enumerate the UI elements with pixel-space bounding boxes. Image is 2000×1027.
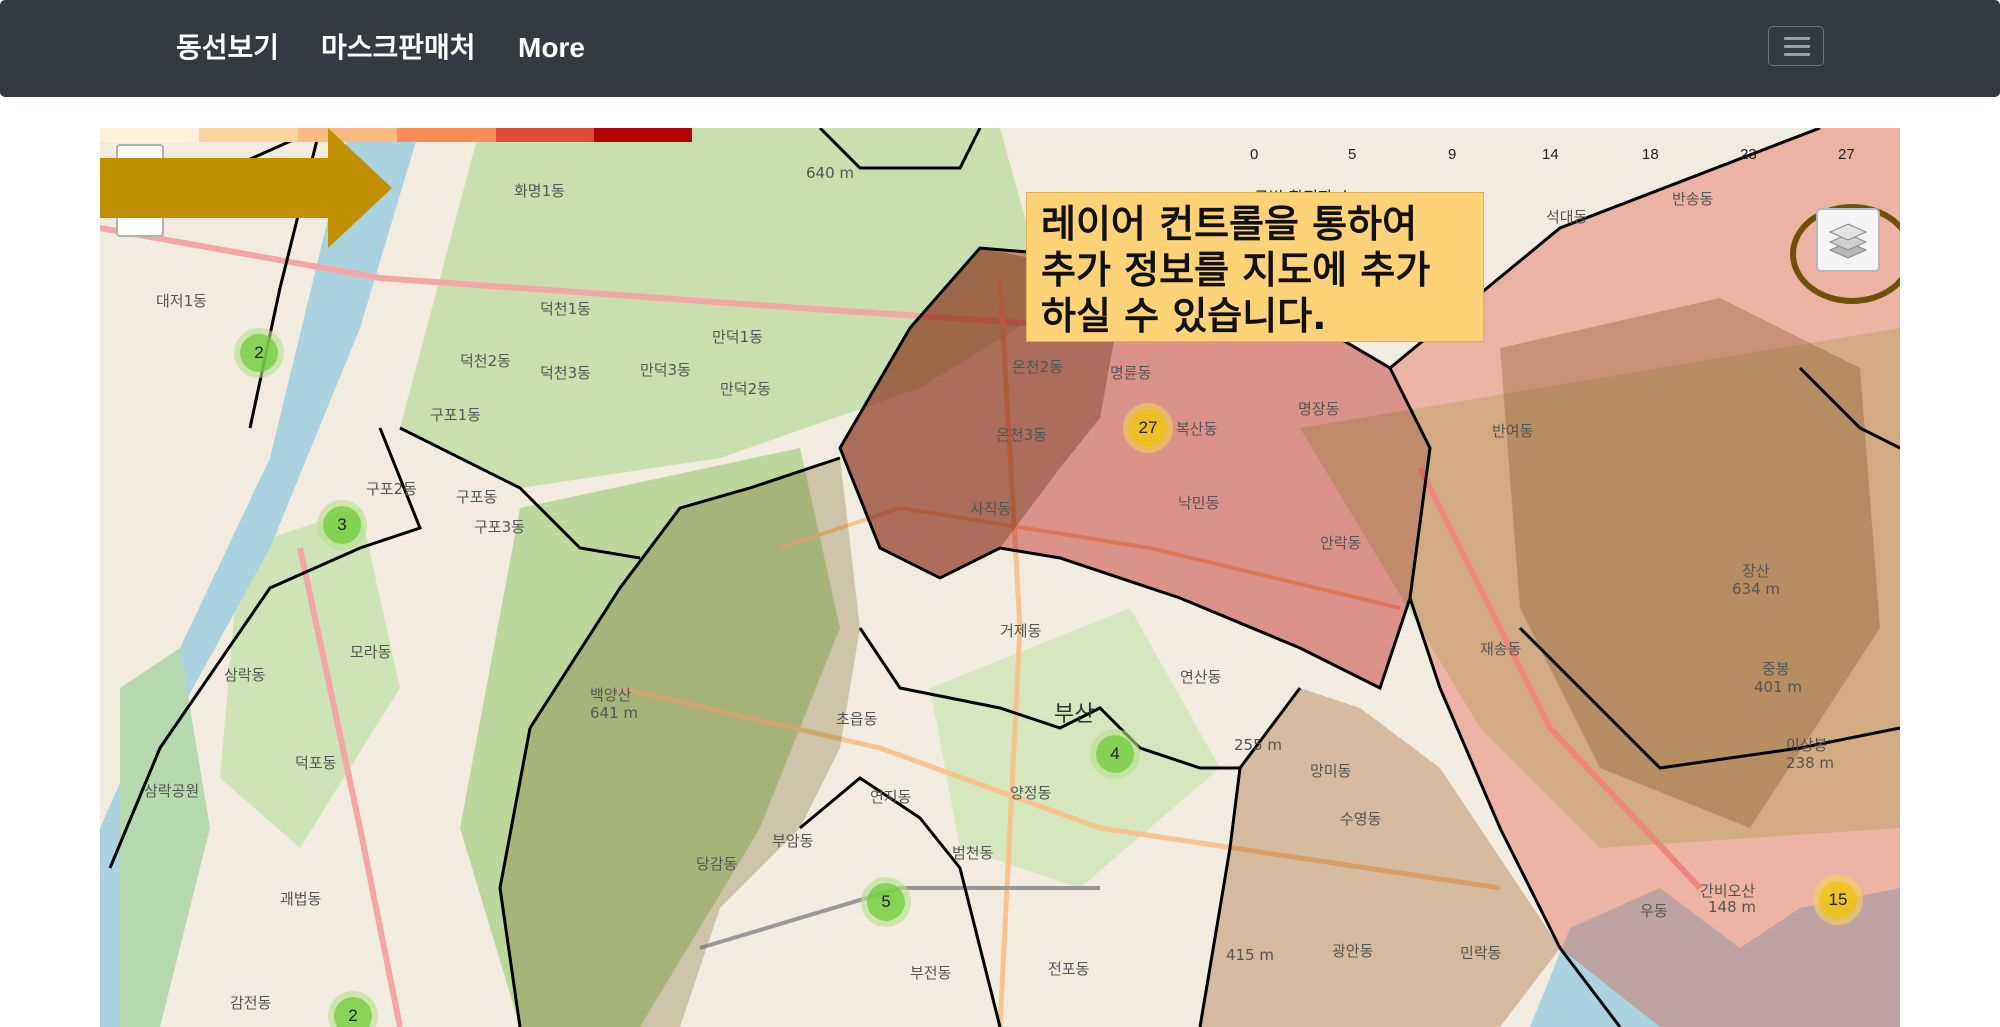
place-label: 삼락동 [224, 666, 266, 684]
pointer-arrow-icon [100, 128, 392, 248]
place-label: 구포3동 [474, 518, 525, 536]
tooltip-line: 하실 수 있습니다. [1041, 294, 1327, 338]
place-label: 백양산 [590, 686, 632, 704]
place-label: 당감동 [696, 855, 738, 873]
hamburger-menu-icon [1784, 37, 1810, 40]
place-label: 634 m [1732, 580, 1781, 598]
place-label: 감전동 [230, 994, 272, 1012]
layers-control-button[interactable] [1816, 208, 1880, 272]
place-label: 부전동 [910, 964, 952, 982]
hamburger-line [1784, 45, 1810, 48]
marker-cluster[interactable]: 5 [861, 877, 911, 927]
place-label: 부산 [1054, 702, 1095, 727]
marker-cluster[interactable]: 2 [234, 328, 284, 378]
map-view[interactable]: 화명1동 대저1동 덕천1동 덕천2동 덕천3동 만덕1동 만덕3동 만덕2동 … [100, 128, 1900, 1027]
legend-tick: 14 [1542, 146, 1559, 163]
place-label: 온천3동 [996, 426, 1047, 444]
place-label: 석대동 [1546, 208, 1588, 226]
place-label: 괘법동 [280, 890, 322, 908]
place-label: 낙민동 [1178, 494, 1220, 512]
cluster-count: 2 [240, 334, 278, 372]
nav-mask-sellers[interactable]: 마스크판매처 [321, 26, 476, 66]
place-label: 415 m [1226, 946, 1275, 964]
map-tiles [100, 128, 1900, 1027]
marker-cluster[interactable]: 27 [1123, 403, 1173, 453]
place-label: 전포동 [1048, 960, 1090, 978]
place-label: 명장동 [1298, 400, 1340, 418]
layer-control-tooltip: 레이어 컨트롤을 통하여 추가 정보를 지도에 추가 하실 수 있습니다. [1026, 192, 1484, 342]
hamburger-line [1784, 53, 1810, 56]
place-label: 초읍동 [836, 710, 878, 728]
cluster-count: 3 [323, 506, 361, 544]
place-label: 모라동 [350, 643, 392, 661]
place-label: 반여동 [1492, 422, 1534, 440]
place-label: 온천2동 [1012, 358, 1063, 376]
place-label: 대저1동 [156, 292, 207, 310]
place-label: 망미동 [1310, 762, 1352, 780]
place-label: 장산 [1742, 562, 1770, 580]
legend-tick: 18 [1642, 146, 1659, 163]
tooltip-line: 추가 정보를 지도에 추가 [1041, 248, 1431, 292]
place-label: 덕포동 [295, 754, 337, 772]
place-label: 반송동 [1672, 190, 1714, 208]
legend-tick: 9 [1448, 146, 1457, 163]
place-label: 640 m [806, 164, 855, 182]
place-label: 우동 [1640, 902, 1668, 920]
place-label: 거제동 [1000, 622, 1042, 640]
layers-icon [1828, 223, 1868, 259]
place-label: 구포2동 [366, 480, 417, 498]
place-label: 중봉 [1762, 660, 1790, 678]
place-label: 삼락공원 [144, 782, 200, 800]
place-label: 덕천1동 [540, 300, 591, 318]
cluster-count: 4 [1096, 735, 1134, 773]
place-label: 양정동 [1010, 784, 1052, 802]
place-label: 명륜동 [1110, 364, 1152, 382]
place-label: 재송동 [1480, 640, 1522, 658]
legend-tick: 0 [1250, 146, 1259, 163]
place-label: 연산동 [1180, 668, 1222, 686]
place-label: 범천동 [952, 844, 994, 862]
place-label: 부암동 [772, 832, 814, 850]
place-label: 사직동 [970, 500, 1012, 518]
nav-more[interactable]: More [518, 32, 585, 64]
place-label: 만덕1동 [712, 328, 763, 346]
cluster-count: 5 [867, 883, 905, 921]
cluster-count: 15 [1819, 881, 1857, 919]
tooltip-line: 레이어 컨트롤을 통하여 [1041, 202, 1418, 246]
legend-tick: 23 [1740, 146, 1757, 163]
place-label: 광안동 [1332, 942, 1374, 960]
nav-route-view[interactable]: 동선보기 [176, 26, 279, 66]
place-label: 만덕3동 [640, 361, 691, 379]
place-label: 401 m [1754, 678, 1803, 696]
legend-tick: 5 [1348, 146, 1357, 163]
place-label: 안락동 [1320, 534, 1362, 552]
place-label: 수영동 [1340, 810, 1382, 828]
place-label: 연지동 [870, 788, 912, 806]
legend-tick: 27 [1838, 146, 1855, 163]
cluster-count: 27 [1129, 409, 1167, 447]
marker-cluster[interactable]: 15 [1813, 875, 1863, 925]
cluster-count: 2 [334, 997, 372, 1027]
place-label: 구포1동 [430, 406, 481, 424]
marker-cluster[interactable]: 3 [317, 500, 367, 550]
place-label: 화명1동 [514, 182, 565, 200]
top-navbar: 동선보기 마스크판매처 More [0, 0, 2000, 97]
place-label: 641 m [590, 704, 639, 722]
place-label: 덕천3동 [540, 364, 591, 382]
place-label: 구포동 [456, 488, 498, 506]
place-label: 덕천2동 [460, 352, 511, 370]
place-label: 238 m [1786, 754, 1835, 772]
place-label: 만덕2동 [720, 380, 771, 398]
marker-cluster[interactable]: 4 [1090, 729, 1140, 779]
place-label: 이상봉 [1786, 736, 1828, 754]
place-label: 민락동 [1460, 944, 1502, 962]
place-label: 255 m [1234, 736, 1283, 754]
place-label: 복산동 [1176, 420, 1218, 438]
place-label: 148 m [1708, 898, 1757, 916]
hamburger-menu-button[interactable] [1768, 26, 1824, 66]
